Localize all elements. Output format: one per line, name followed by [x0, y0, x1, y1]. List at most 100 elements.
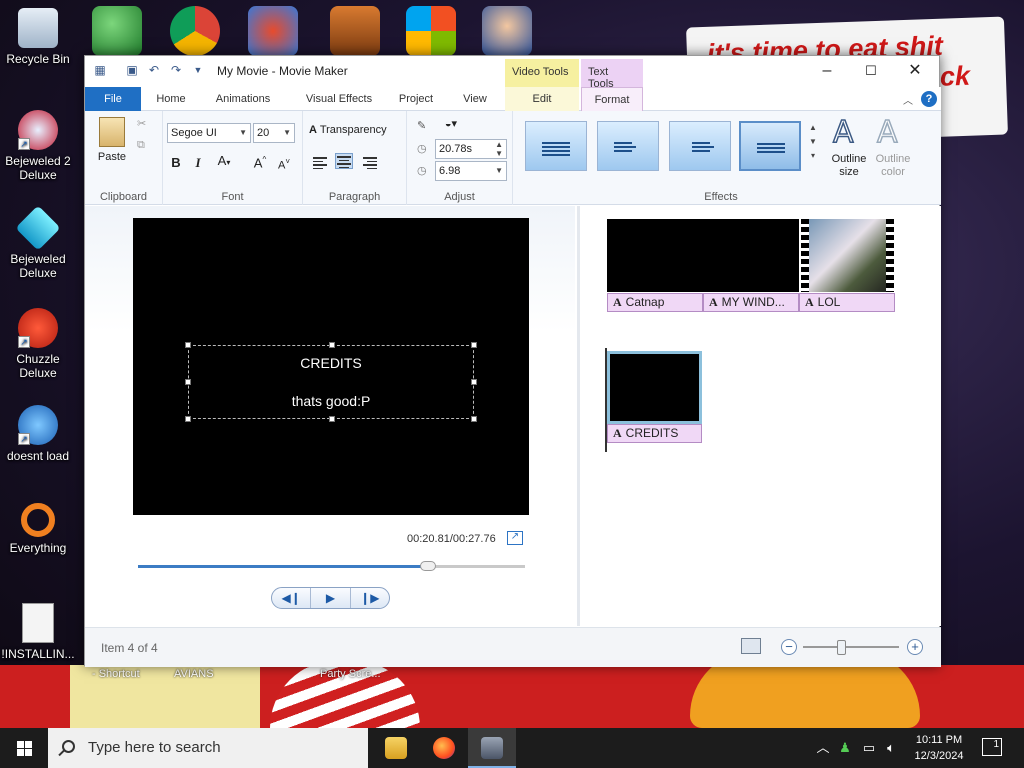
windows-store-icon[interactable]	[406, 6, 456, 56]
effect-slide-right[interactable]	[669, 121, 731, 171]
seek-bar[interactable]	[138, 561, 525, 571]
italic-button[interactable]: I	[189, 155, 207, 171]
font-family-select[interactable]: Segoe UI ▼	[167, 123, 251, 143]
resize-handle[interactable]	[185, 379, 191, 385]
messenger-icon[interactable]	[92, 6, 142, 56]
outline-size-button[interactable]: A Outline size	[827, 114, 871, 179]
clip-thumbnail-credits[interactable]	[607, 351, 702, 424]
collapse-ribbon-icon[interactable]: ︿	[903, 92, 913, 107]
notification-center-icon[interactable]: 1	[982, 738, 1002, 756]
seek-thumb[interactable]	[420, 561, 437, 571]
fullscreen-icon[interactable]: ↗	[507, 531, 523, 545]
resize-handle[interactable]	[329, 342, 335, 348]
search-box[interactable]: Type here to search	[48, 728, 368, 768]
save-icon[interactable]: ▣	[125, 63, 139, 77]
next-frame-icon[interactable]: ❙▶	[351, 588, 389, 608]
video-preview[interactable]: CREDITS thats good:P	[133, 218, 529, 515]
paste-button[interactable]: Paste	[95, 117, 129, 163]
start-time-input[interactable]: 20.78s ▲ ▼	[435, 139, 507, 159]
resize-handle[interactable]	[471, 379, 477, 385]
file-explorer-button[interactable]	[372, 728, 420, 768]
tab-edit[interactable]: Edit	[505, 87, 579, 111]
paste-label: Paste	[97, 151, 127, 163]
help-icon[interactable]: ?	[921, 91, 937, 107]
tab-visual-effects[interactable]: Visual Effects	[287, 87, 391, 111]
resize-handle[interactable]	[329, 416, 335, 422]
thumbnail-size-icon[interactable]	[741, 638, 761, 654]
align-right-icon[interactable]	[359, 155, 377, 171]
close-button[interactable]: ✕	[893, 60, 937, 82]
copy-icon[interactable]: ⧉	[137, 139, 145, 152]
zoom-in-button[interactable]: +	[907, 639, 923, 655]
volume-icon[interactable]: 🔈︎	[882, 728, 900, 768]
undo-icon[interactable]: ↶	[147, 63, 161, 77]
tab-project[interactable]: Project	[391, 87, 441, 111]
align-center-icon[interactable]	[335, 153, 353, 169]
effect-scroll-up[interactable]	[739, 121, 801, 171]
desktop-icon-installing[interactable]: !INSTALLIN...	[0, 603, 76, 661]
title-overlay[interactable]: A LOL	[799, 293, 895, 312]
effect-slide-left[interactable]	[597, 121, 659, 171]
desktop-icon-bejeweled2[interactable]: ↗ Bejeweled 2 Deluxe	[0, 110, 76, 182]
start-button[interactable]	[0, 728, 48, 768]
zoom-out-button[interactable]: −	[781, 639, 797, 655]
align-left-icon[interactable]	[313, 155, 331, 171]
desktop-icon-label: Bejeweled Deluxe	[10, 252, 66, 280]
bold-button[interactable]: B	[167, 155, 185, 170]
text-fill-icon[interactable]: ◒▾	[437, 117, 465, 130]
duration-select[interactable]: 6.98 ▼	[435, 161, 507, 181]
qat-dropdown-icon[interactable]: ▼	[191, 63, 205, 77]
desktop-icon-bejeweled[interactable]: Bejeweled Deluxe	[0, 205, 76, 280]
background-color-icon[interactable]: ✎	[417, 119, 426, 132]
effect-scroll-right[interactable]	[525, 121, 587, 171]
shrink-font-button[interactable]: A˅	[275, 157, 293, 172]
cut-icon[interactable]: ✂	[137, 117, 146, 130]
font-group: Segoe UI ▼ 20 ▼ B I A▾ A^ A˅ Font	[163, 111, 303, 205]
zoom-slider[interactable]	[803, 640, 899, 655]
title-overlay[interactable]: A Catnap	[607, 293, 703, 312]
resize-handle[interactable]	[185, 416, 191, 422]
transparency-button[interactable]: A Transparency	[309, 124, 405, 136]
movie-maker-taskbar-button[interactable]	[468, 728, 516, 768]
maximize-button[interactable]: ☐	[849, 60, 893, 82]
tab-animations[interactable]: Animations	[201, 87, 285, 111]
resize-handle[interactable]	[471, 342, 477, 348]
pane-splitter[interactable]	[577, 206, 580, 626]
game-character-icon[interactable]	[482, 6, 532, 56]
grow-font-button[interactable]: A^	[251, 155, 269, 170]
clip-thumbnail-black[interactable]	[607, 219, 799, 292]
desktop-icon-doesnt-load[interactable]: ↗ doesnt load	[0, 405, 76, 463]
resize-handle[interactable]	[471, 416, 477, 422]
tab-home[interactable]: Home	[143, 87, 199, 111]
tab-file[interactable]: File	[85, 87, 141, 111]
tab-format[interactable]: Format	[581, 87, 643, 112]
user-tray-icon[interactable]: ♟	[836, 728, 854, 768]
tray-chevron-icon[interactable]: ︿	[814, 728, 832, 768]
clip-thumbnail-video[interactable]	[799, 219, 894, 292]
tab-view[interactable]: View	[449, 87, 501, 111]
title-overlay-credits[interactable]: A CREDITS	[607, 424, 702, 443]
desktop-icon-everything[interactable]: Everything	[0, 503, 76, 555]
redo-icon[interactable]: ↷	[169, 63, 183, 77]
font-color-button[interactable]: A▾	[215, 153, 233, 168]
play-icon[interactable]: ▶	[311, 588, 351, 608]
everything-search-icon	[21, 503, 55, 537]
desktop-icon-recycle-bin[interactable]: Recycle Bin	[0, 8, 76, 66]
effects-gallery-scroll[interactable]: ▲ ▼ ▾	[809, 121, 817, 163]
zoom-thumb[interactable]	[837, 640, 847, 655]
desktop-icon-chuzzle[interactable]: ↗ Chuzzle Deluxe	[0, 308, 76, 380]
outline-color-button[interactable]: A Outline color	[871, 114, 915, 179]
firefox-button[interactable]	[420, 728, 468, 768]
previous-frame-icon[interactable]: ◀❙	[272, 588, 312, 608]
party-app-icon[interactable]	[248, 6, 298, 56]
taskbar: Type here to search ︿ ♟ ▭ 🔈︎ 10:11 PM 12…	[0, 728, 1024, 768]
resize-handle[interactable]	[185, 342, 191, 348]
network-icon[interactable]: ▭	[860, 728, 878, 768]
caption-box[interactable]: CREDITS thats good:P	[185, 342, 477, 422]
title-overlay[interactable]: A MY WIND...	[703, 293, 799, 312]
chrome-icon[interactable]	[170, 6, 220, 56]
minimize-button[interactable]: –	[805, 60, 849, 82]
clock[interactable]: 10:11 PM 12/3/2024	[906, 732, 972, 764]
font-size-select[interactable]: 20 ▼	[253, 123, 295, 143]
folder-book-icon[interactable]	[330, 6, 380, 56]
